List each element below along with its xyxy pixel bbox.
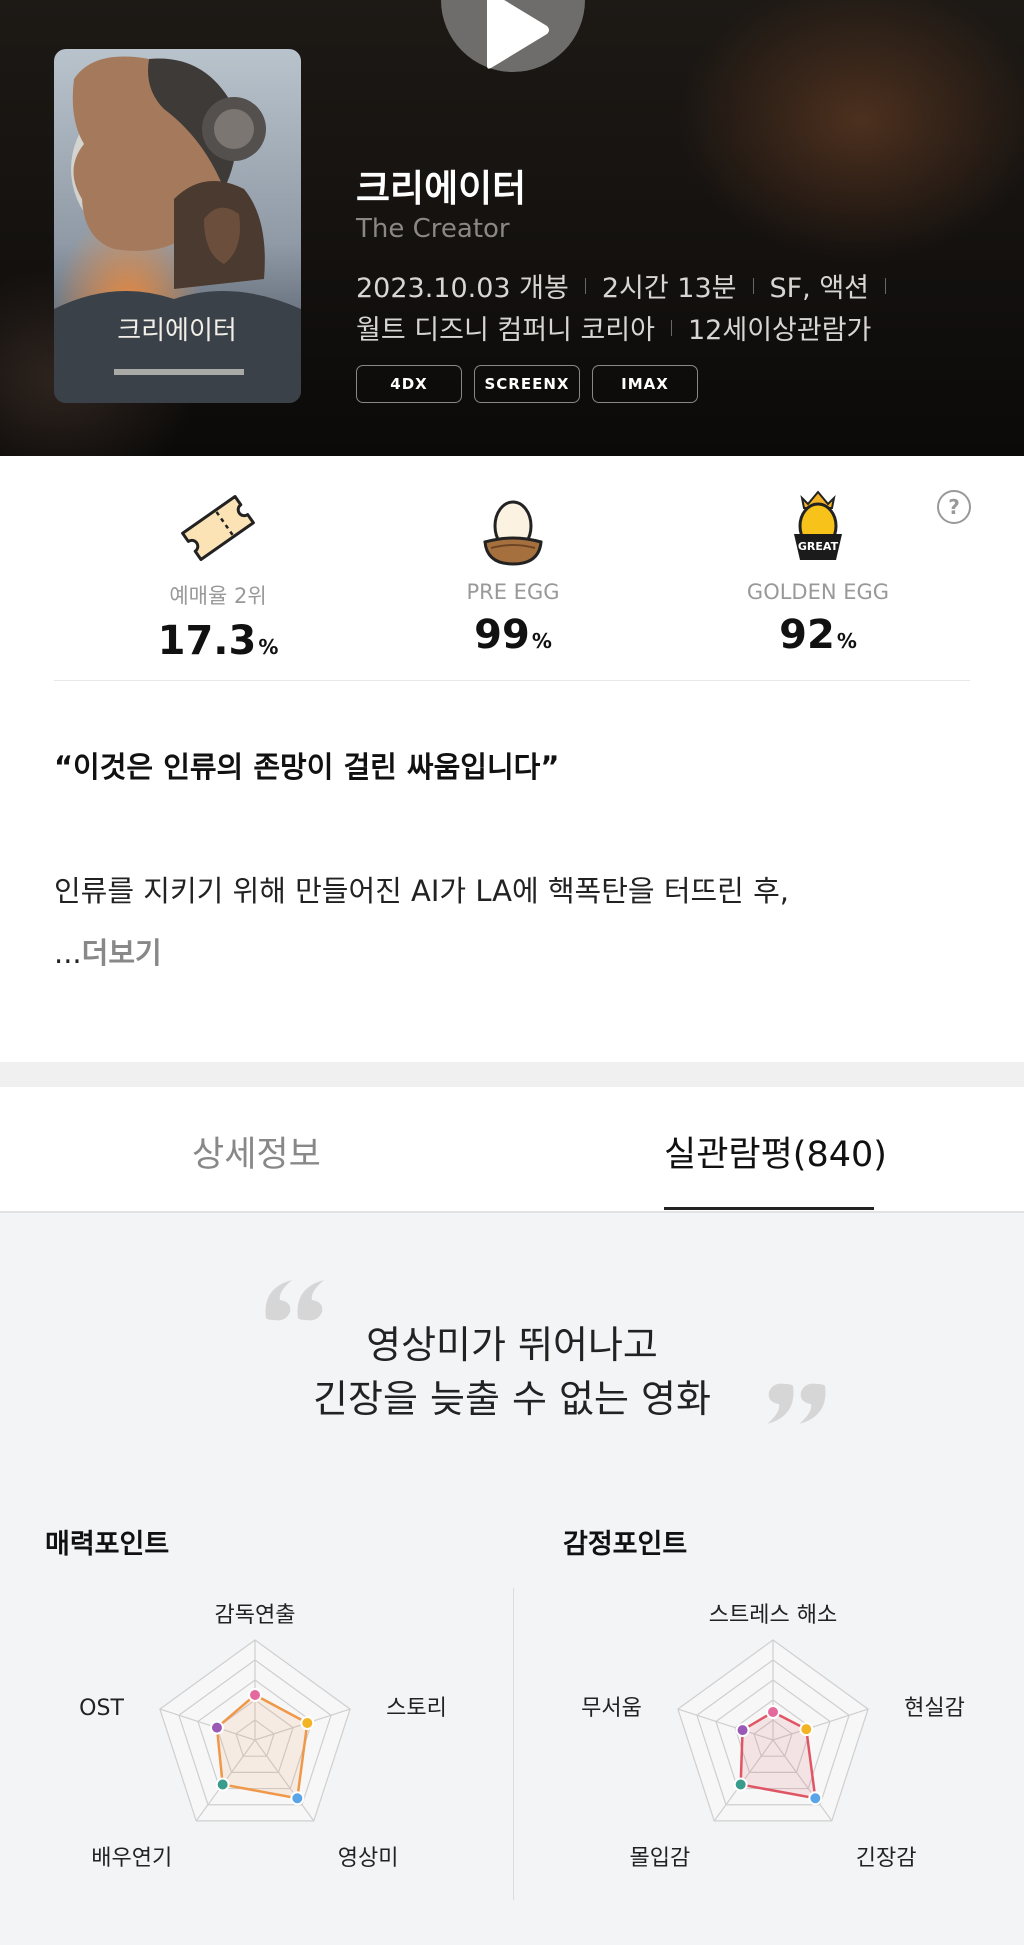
radar-axis-label: 감독연출 <box>215 1603 296 1628</box>
stat-value: 92% <box>779 612 857 658</box>
movie-poster[interactable]: 크리에이터 <box>54 49 301 403</box>
vertical-divider <box>513 1588 514 1900</box>
radar-axis-label: 몰입감 <box>629 1846 690 1871</box>
separator <box>885 277 887 294</box>
egg-nest-icon <box>383 486 643 566</box>
radar-axis-label: 무서움 <box>581 1696 642 1721</box>
charm-points-radar-chart: 감독연출스토리영상미 배우연기 OST <box>79 1603 447 1871</box>
radar-point <box>215 1777 230 1792</box>
svg-text:크리에이터: 크리에이터 <box>117 316 237 346</box>
movie-tagline: “이것은 인류의 존망이 걸린 싸움입니다” <box>54 750 560 784</box>
distributor: 월트 디즈니 컴퍼니 코리아 <box>356 315 655 346</box>
stat-golden-egg: GREAT GOLDEN EGG 92% <box>688 486 948 658</box>
radar-axis-label: 스토리 <box>386 1696 447 1721</box>
movie-title: 크리에이터 <box>356 167 527 210</box>
charm-points-title: 매력포인트 <box>45 1529 170 1560</box>
radar-axis-label: 현실감 <box>904 1696 965 1721</box>
stat-value: 99% <box>474 612 552 658</box>
stat-pre-egg: PRE EGG 99% <box>383 486 643 658</box>
tab-reviews[interactable]: 실관람평(840) <box>664 1126 887 1177</box>
stat-value: 17.3% <box>157 618 279 664</box>
stat-booking-rate: 예매율 2위 17.3% <box>88 486 348 664</box>
format-badge-imax: IMAX <box>592 365 698 403</box>
divider <box>54 680 970 681</box>
separator <box>752 277 754 294</box>
play-icon <box>487 0 549 69</box>
review-headline-line: 긴장을 늦출 수 없는 영화 <box>313 1377 711 1421</box>
radar-axis-label: 영상미 <box>338 1846 399 1871</box>
radar-axis-label: 긴장감 <box>856 1846 917 1871</box>
emotion-points-radar-chart: 스트레스 해소현실감긴장감 몰입감 무서움 <box>581 1603 965 1871</box>
genre: SF, 액션 <box>769 273 870 304</box>
stat-label: PRE EGG <box>466 580 560 604</box>
movie-meta-row-2: 월트 디즈니 컴퍼니 코리아 12세이상관람가 <box>356 308 871 347</box>
format-badge-4dx: 4DX <box>356 365 462 403</box>
tab-details[interactable]: 상세정보 <box>192 1126 321 1177</box>
radar-axis-label: OST <box>79 1696 124 1721</box>
stat-label: 예매율 2위 <box>169 584 267 608</box>
ellipsis: ... <box>54 936 82 970</box>
separator <box>584 277 586 294</box>
review-headline: 영상미가 뛰어나고 긴장을 늦출 수 없는 영화 <box>0 1318 1024 1426</box>
radar-point <box>733 1777 748 1792</box>
radar-point <box>290 1791 305 1806</box>
emotion-points-title: 감정포인트 <box>563 1529 688 1560</box>
radar-point <box>300 1716 315 1731</box>
svg-text:GREAT: GREAT <box>798 540 839 553</box>
release-date: 2023.10.03 개봉 <box>356 273 569 304</box>
more-button[interactable]: 더보기 <box>82 936 162 970</box>
radar-point <box>248 1688 262 1702</box>
golden-egg-great-icon: GREAT <box>688 486 948 566</box>
ticket-icon <box>88 486 348 566</box>
synopsis-more-row: ...더보기 <box>54 930 162 972</box>
active-tab-indicator <box>664 1207 874 1210</box>
radar-point <box>799 1722 814 1737</box>
movie-header: 크리에이터 크리에이터 The Creator 2023.10.03 개봉 2시… <box>0 0 1024 456</box>
help-icon[interactable]: ? <box>937 490 971 524</box>
movie-original-title: The Creator <box>356 214 510 244</box>
stat-label: GOLDEN EGG <box>746 580 890 604</box>
section-gap <box>0 1062 1024 1087</box>
separator <box>671 319 672 336</box>
radar-point <box>735 1723 750 1738</box>
movie-meta-row-1: 2023.10.03 개봉 2시간 13분 SF, 액션 <box>356 266 902 305</box>
radar-point <box>766 1705 780 1719</box>
quote-open-icon <box>265 1280 324 1321</box>
radar-axis-label: 스트레스 해소 <box>709 1603 837 1628</box>
synopsis-text: 인류를 지키기 위해 만들어진 AI가 LA에 핵폭탄을 터뜨린 후, <box>54 874 789 908</box>
runtime: 2시간 13분 <box>601 273 737 304</box>
age-rating: 12세이상관람가 <box>688 315 872 346</box>
radar-point <box>209 1720 224 1735</box>
radar-axis-label: 배우연기 <box>91 1846 172 1871</box>
review-headline-line: 영상미가 뛰어나고 <box>366 1323 658 1367</box>
format-badge-screenx: SCREENX <box>474 365 580 403</box>
play-trailer-button[interactable] <box>441 0 585 72</box>
radar-point <box>808 1791 823 1806</box>
